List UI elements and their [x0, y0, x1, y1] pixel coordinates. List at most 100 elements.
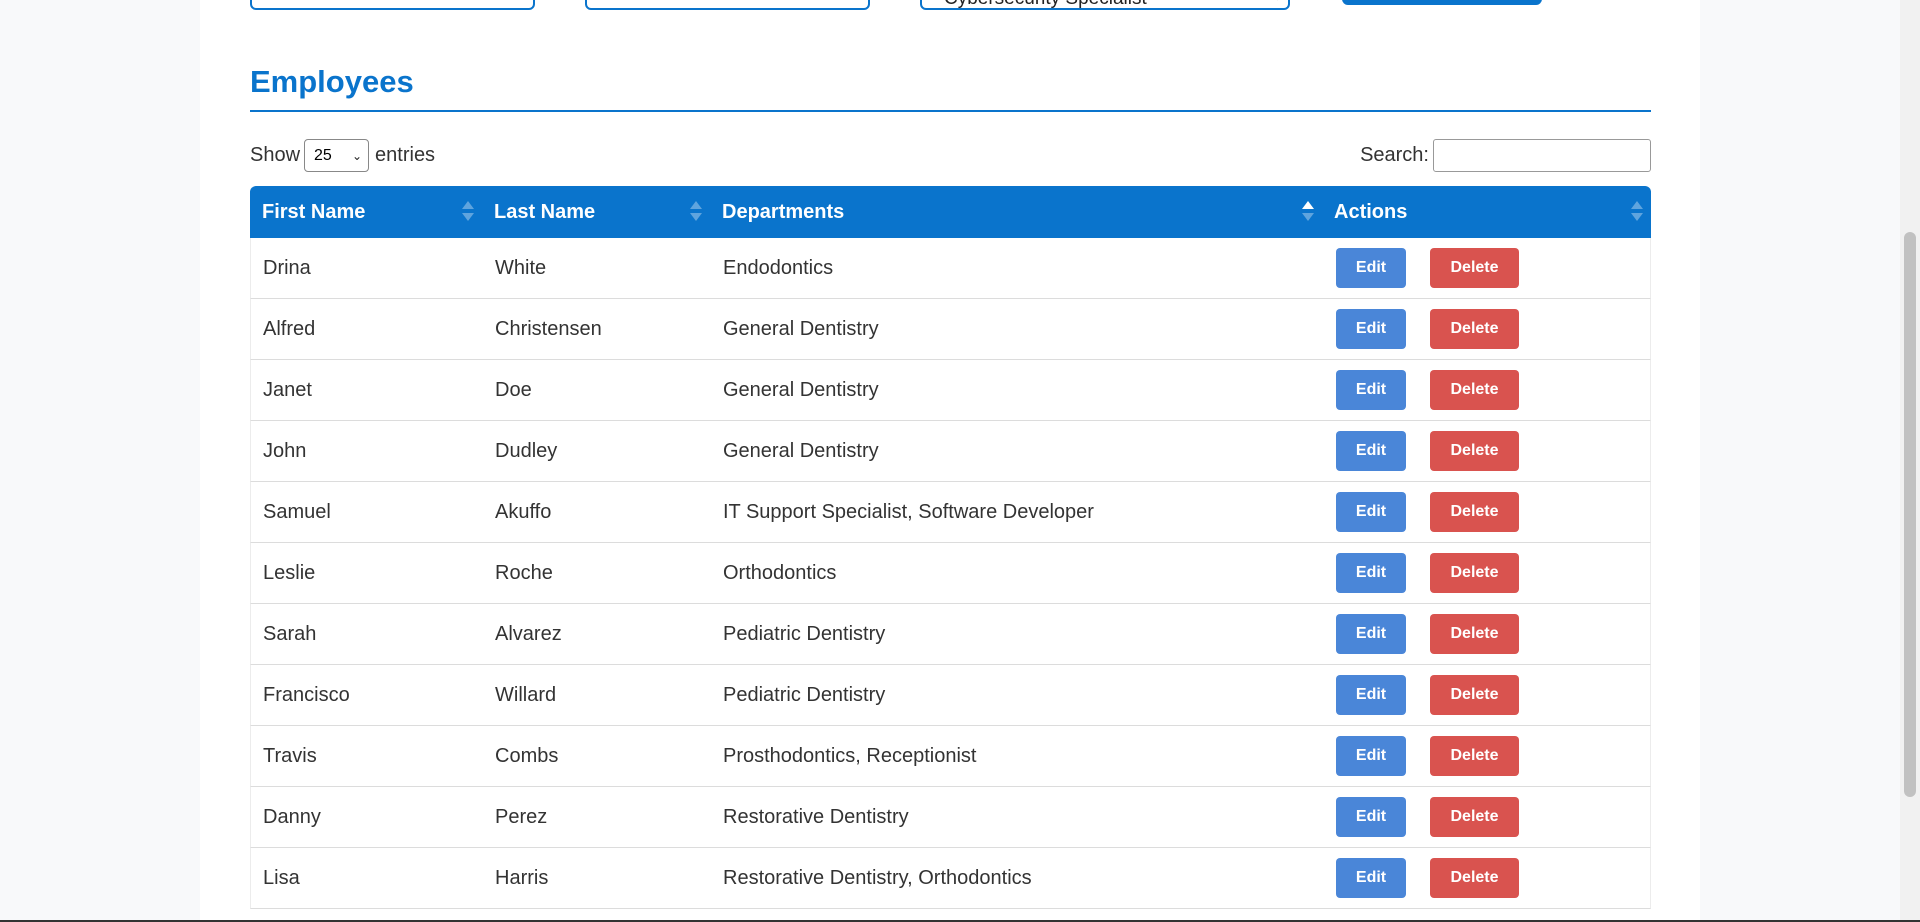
delete-button[interactable]: Delete	[1430, 431, 1519, 471]
cell-last-name: Akuffo	[495, 501, 552, 523]
cell-last-name: White	[495, 257, 547, 279]
cell-departments: Endodontics	[723, 257, 834, 279]
cell-departments: Pediatric Dentistry	[723, 684, 886, 706]
table-search: Search:	[1360, 139, 1651, 172]
cell-last-name: Alvarez	[495, 623, 562, 645]
department-select[interactable]: Cybersecurity Specialist ⬍	[920, 0, 1290, 10]
cell-departments: IT Support Specialist, Software Develope…	[723, 501, 1094, 523]
content-card: Cybersecurity Specialist ⬍ Employees Sho…	[200, 0, 1700, 922]
delete-button[interactable]: Delete	[1430, 492, 1519, 532]
cell-first-name: Lisa	[263, 867, 300, 889]
cell-departments: Orthodontics	[723, 562, 837, 584]
edit-button[interactable]: Edit	[1336, 370, 1406, 410]
table-row: Leslie Roche Orthodontics Edit Delete	[250, 543, 1651, 604]
chevron-down-icon: ⌄	[351, 148, 363, 163]
delete-button[interactable]: Delete	[1430, 614, 1519, 654]
scrollbar-thumb[interactable]	[1904, 232, 1916, 797]
cell-first-name: Janet	[263, 379, 312, 401]
submit-button[interactable]	[1342, 0, 1542, 5]
employee-form-strip: Cybersecurity Specialist ⬍	[200, 0, 1700, 20]
edit-button[interactable]: Edit	[1336, 248, 1406, 288]
last-name-input[interactable]	[585, 0, 870, 10]
cell-departments: Restorative Dentistry	[723, 806, 909, 828]
edit-button[interactable]: Edit	[1336, 858, 1406, 898]
delete-button[interactable]: Delete	[1430, 736, 1519, 776]
sort-icon	[462, 201, 474, 225]
edit-button[interactable]: Edit	[1336, 431, 1406, 471]
delete-button[interactable]: Delete	[1430, 675, 1519, 715]
cell-first-name: Francisco	[263, 684, 350, 706]
table-row: Alfred Christensen General Dentistry Edi…	[250, 299, 1651, 360]
cell-last-name: Christensen	[495, 318, 602, 340]
sort-icon	[1631, 201, 1643, 225]
cell-first-name: Leslie	[263, 562, 316, 584]
cell-last-name: Harris	[495, 867, 549, 889]
section-title: Employees	[250, 64, 414, 99]
cell-last-name: Perez	[495, 806, 548, 828]
edit-button[interactable]: Edit	[1336, 309, 1406, 349]
table-row: Samuel Akuffo IT Support Specialist, Sof…	[250, 482, 1651, 543]
page-scrollbar[interactable]	[1900, 0, 1920, 922]
sort-ascending-icon	[1302, 201, 1314, 225]
column-header-label: Departments	[722, 201, 845, 223]
entries-select-value: 25	[314, 146, 332, 164]
cell-departments: General Dentistry	[723, 379, 879, 401]
cell-departments: General Dentistry	[723, 440, 879, 462]
delete-button[interactable]: Delete	[1430, 248, 1519, 288]
search-input[interactable]	[1433, 139, 1651, 172]
sort-icon	[690, 201, 702, 225]
column-header-label: Actions	[1334, 201, 1408, 223]
edit-button[interactable]: Edit	[1336, 492, 1406, 532]
entries-select[interactable]: 25 ⌄	[304, 139, 370, 172]
delete-button[interactable]: Delete	[1430, 797, 1519, 837]
cell-departments: Pediatric Dentistry	[723, 623, 886, 645]
cell-last-name: Doe	[495, 379, 532, 401]
select-arrows-icon: ⬍	[1273, 0, 1282, 3]
cell-last-name: Roche	[495, 562, 553, 584]
search-label: Search:	[1360, 144, 1429, 166]
entries-label: entries	[375, 144, 436, 166]
column-header-actions[interactable]: Actions	[1322, 186, 1651, 238]
edit-button[interactable]: Edit	[1336, 553, 1406, 593]
column-header-label: First Name	[262, 201, 366, 223]
cell-last-name: Willard	[495, 684, 557, 706]
cell-departments: Restorative Dentistry, Orthodontics	[723, 867, 1032, 889]
table-row: Janet Doe General Dentistry Edit Delete	[250, 360, 1651, 421]
cell-departments: Prosthodontics, Receptionist	[723, 745, 977, 767]
delete-button[interactable]: Delete	[1430, 858, 1519, 898]
edit-button[interactable]: Edit	[1336, 797, 1406, 837]
delete-button[interactable]: Delete	[1430, 553, 1519, 593]
delete-button[interactable]: Delete	[1430, 309, 1519, 349]
column-header-first-name[interactable]: First Name	[250, 186, 482, 238]
edit-button[interactable]: Edit	[1336, 614, 1406, 654]
table-row: Danny Perez Restorative Dentistry Edit D…	[250, 787, 1651, 848]
table-header: First Name Last Name Departments Actions	[250, 186, 1651, 238]
table-row: Drina White Endodontics Edit Delete	[250, 238, 1651, 299]
employees-table: First Name Last Name Departments Actions…	[250, 186, 1651, 909]
delete-button[interactable]: Delete	[1430, 370, 1519, 410]
cell-first-name: Danny	[263, 806, 321, 828]
entries-length-control: Show 25 ⌄ entries	[250, 139, 435, 172]
cell-first-name: John	[263, 440, 307, 462]
cell-first-name: Alfred	[263, 318, 316, 340]
cell-first-name: Drina	[263, 257, 311, 279]
column-header-departments[interactable]: Departments	[710, 186, 1322, 238]
table-row: Travis Combs Prosthodontics, Receptionis…	[250, 726, 1651, 787]
table-row: Sarah Alvarez Pediatric Dentistry Edit D…	[250, 604, 1651, 665]
table-row: John Dudley General Dentistry Edit Delet…	[250, 421, 1651, 482]
title-divider	[250, 110, 1651, 112]
cell-last-name: Combs	[495, 745, 559, 767]
cell-departments: General Dentistry	[723, 318, 879, 340]
column-header-last-name[interactable]: Last Name	[482, 186, 710, 238]
table-body: Drina White Endodontics Edit Delete Alfr…	[250, 238, 1651, 909]
cell-first-name: Samuel	[263, 501, 331, 523]
cell-first-name: Travis	[263, 745, 317, 767]
cell-last-name: Dudley	[495, 440, 558, 462]
edit-button[interactable]: Edit	[1336, 675, 1406, 715]
edit-button[interactable]: Edit	[1336, 736, 1406, 776]
cell-first-name: Sarah	[263, 623, 317, 645]
show-label: Show	[250, 144, 301, 166]
table-row: Lisa Harris Restorative Dentistry, Ortho…	[250, 848, 1651, 909]
table-row: Francisco Willard Pediatric Dentistry Ed…	[250, 665, 1651, 726]
first-name-input[interactable]	[250, 0, 535, 10]
